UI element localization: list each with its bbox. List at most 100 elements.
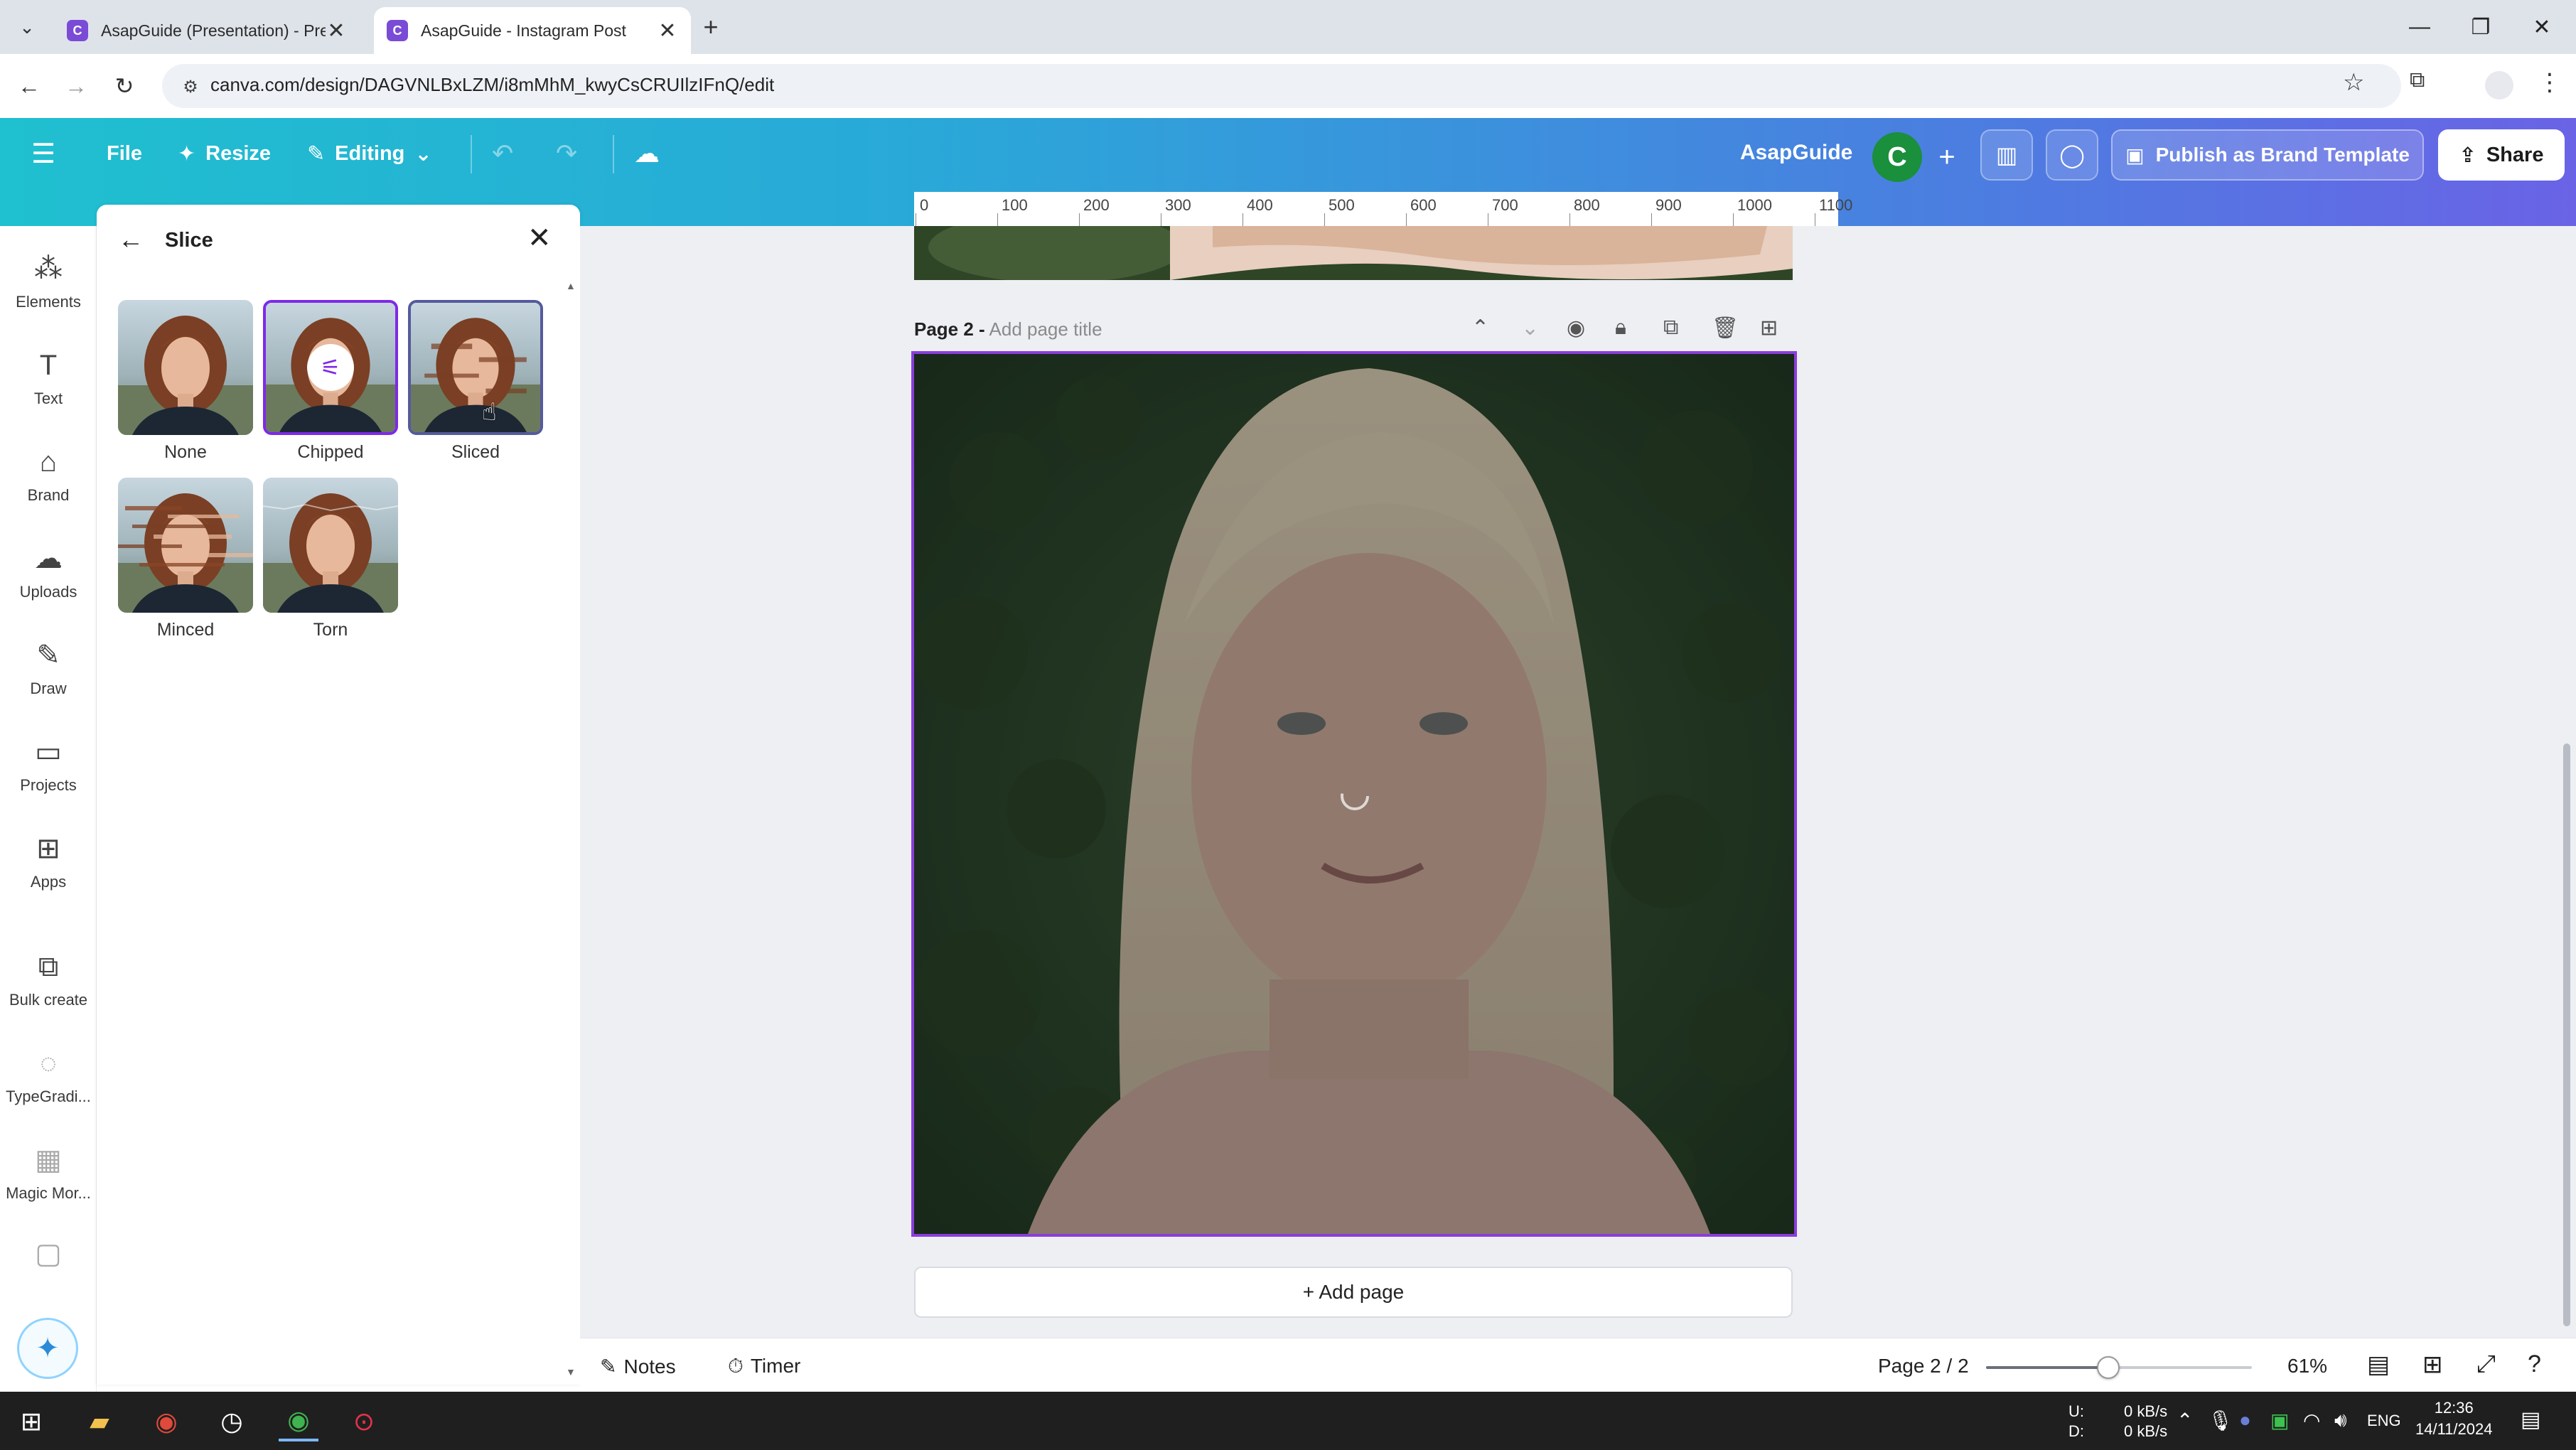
rail-item-draw[interactable]: ✎ Draw xyxy=(0,637,97,698)
browser-menu-icon[interactable]: ⋮ xyxy=(2538,68,2562,97)
panel-scroll-up-icon[interactable]: ▲ xyxy=(566,280,576,291)
undo-icon[interactable]: ↶ xyxy=(492,134,513,173)
canvas-vertical-scrollbar[interactable] xyxy=(2563,743,2570,1326)
share-button[interactable]: ⇪ Share xyxy=(2438,129,2565,181)
tab-title: AsapGuide - Instagram Post xyxy=(421,21,626,40)
volume-icon[interactable]: 🔊︎ xyxy=(2334,1409,2347,1432)
rail-label: Elements xyxy=(16,293,81,311)
system-clock[interactable]: 12:36 14/11/2024 xyxy=(2415,1397,2492,1440)
tab-close-icon[interactable]: ✕ xyxy=(326,18,347,43)
cloud-save-icon[interactable]: ☁ xyxy=(634,134,660,173)
file-explorer-icon[interactable]: ▰ xyxy=(80,1402,119,1441)
rail-item-brand[interactable]: ⌂ Brand xyxy=(0,444,97,505)
window-close-icon[interactable]: ✕ xyxy=(2521,10,2563,44)
slice-option-minced[interactable] xyxy=(118,478,253,613)
lock-icon[interactable]: 🔒︎ xyxy=(1615,316,1626,340)
rail-item-magic-morph[interactable]: ▦ Magic Mor... xyxy=(0,1142,97,1203)
duplicate-page-icon[interactable]: ⧉ xyxy=(1663,316,1678,340)
back-arrow-icon[interactable]: ← xyxy=(11,68,47,104)
site-info-icon[interactable]: ⚙ xyxy=(175,71,206,102)
chrome-active-icon[interactable]: ◉ xyxy=(279,1402,318,1441)
rail-item-text[interactable]: T Text xyxy=(0,347,97,408)
page-1-preview[interactable] xyxy=(914,226,1793,280)
slice-option-chipped[interactable]: ⚟ xyxy=(263,300,398,435)
slice-option-none[interactable] xyxy=(118,300,253,435)
thumbnail-view-icon[interactable]: ⊞ xyxy=(2422,1350,2443,1379)
tab-close-icon[interactable]: ✕ xyxy=(657,18,678,43)
profile-avatar[interactable] xyxy=(2485,71,2513,100)
zoom-slider-handle[interactable] xyxy=(2097,1356,2120,1379)
fullscreen-icon[interactable]: ⤢ xyxy=(2476,1350,2496,1378)
hide-page-eye-icon[interactable]: ◉ xyxy=(1567,316,1585,340)
ruler-tick-label: 400 xyxy=(1247,196,1273,214)
page-label: Page 2 - xyxy=(914,318,985,340)
clock-date: 14/11/2024 xyxy=(2415,1420,2493,1438)
grid-view-icon[interactable]: ▤ xyxy=(2367,1350,2390,1379)
wifi-icon[interactable]: ◠ xyxy=(2303,1409,2320,1432)
close-icon[interactable]: ✕ xyxy=(527,222,552,254)
notifications-icon[interactable]: ▤ xyxy=(2521,1407,2540,1432)
delete-page-trash-icon[interactable]: 🗑︎ xyxy=(1712,316,1739,340)
rail-item-bulk-create[interactable]: ⧉ Bulk create xyxy=(0,948,97,1009)
invite-plus-button[interactable]: + xyxy=(1928,138,1966,176)
forward-arrow-icon[interactable]: → xyxy=(58,68,94,104)
resize-button[interactable]: ✦ Resize xyxy=(178,134,271,173)
bookmark-star-icon[interactable]: ☆ xyxy=(2343,68,2364,97)
move-page-down-icon[interactable]: ⌄ xyxy=(1521,316,1539,340)
magic-morph-app-icon: ▦ xyxy=(35,1144,62,1176)
publish-brand-template-button[interactable]: ▣ Publish as Brand Template xyxy=(2111,129,2424,181)
rail-item-typegradient[interactable]: ◌ TypeGradi... xyxy=(0,1045,97,1106)
back-arrow-icon[interactable]: ← xyxy=(118,225,144,254)
rail-label: TypeGradi... xyxy=(6,1088,91,1105)
window-restore-icon[interactable]: ❐ xyxy=(2459,10,2502,44)
rail-item-projects[interactable]: ▭ Projects xyxy=(0,734,97,795)
notes-button[interactable]: ✎ Notes xyxy=(600,1355,676,1378)
timer-button[interactable]: ⏱︎ Timer xyxy=(728,1355,800,1378)
add-page-button[interactable]: + Add page xyxy=(914,1267,1793,1318)
windows-start-icon[interactable]: ⊞ xyxy=(11,1402,51,1441)
help-icon[interactable]: ? xyxy=(2528,1350,2541,1378)
page-title-input[interactable]: Add page title xyxy=(989,318,1102,340)
page-2-canvas[interactable] xyxy=(911,351,1797,1237)
slice-option-torn[interactable] xyxy=(263,478,398,613)
recorder-icon[interactable]: ⊙ xyxy=(344,1402,384,1441)
add-page-icon[interactable]: ⊞ xyxy=(1760,316,1778,340)
move-page-up-icon[interactable]: ⌃ xyxy=(1471,316,1489,340)
file-menu-button[interactable]: File xyxy=(107,134,142,173)
mouse-pointer-icon: ☝ xyxy=(482,399,497,426)
elements-icon: ⁂ xyxy=(34,253,63,284)
rail-item-app-f[interactable]: ▢ xyxy=(0,1235,97,1272)
tray-security-icon[interactable]: ▣ xyxy=(2270,1409,2289,1432)
zoom-percentage[interactable]: 61% xyxy=(2287,1355,2327,1378)
extensions-icon[interactable]: ⧉ xyxy=(2410,68,2425,92)
rail-item-apps[interactable]: ⊞ Apps xyxy=(0,830,97,891)
rail-item-uploads[interactable]: ☁ Uploads xyxy=(0,540,97,601)
panel-scroll-down-icon[interactable]: ▼ xyxy=(566,1366,576,1378)
new-tab-button[interactable]: + xyxy=(695,12,726,41)
window-minimize-icon[interactable]: — xyxy=(2398,10,2441,44)
insights-chart-icon[interactable]: ▥ xyxy=(1980,129,2033,181)
team-name[interactable]: AsapGuide xyxy=(1740,141,1852,165)
reload-icon[interactable]: ↻ xyxy=(107,68,142,104)
clock-app-icon[interactable]: ◷ xyxy=(212,1402,252,1441)
page-counter[interactable]: Page 2 / 2 xyxy=(1878,1355,1969,1378)
browser-tab-presentation[interactable]: C AsapGuide (Presentation) - Pre ✕ xyxy=(54,7,360,54)
browser-tab-instagram-post[interactable]: C AsapGuide - Instagram Post ✕ xyxy=(374,7,691,54)
tray-app-icon[interactable]: ● xyxy=(2239,1409,2251,1432)
editing-mode-button[interactable]: ✎ Editing ⌄ xyxy=(307,134,432,173)
user-avatar[interactable]: C xyxy=(1872,132,1922,182)
magic-assistant-sparkle-icon[interactable]: ✦ xyxy=(17,1318,78,1379)
hamburger-menu-icon[interactable]: ☰ xyxy=(31,134,55,173)
url-text[interactable]: canva.com/design/DAGVNLBxLZM/i8mMhM_kwyC… xyxy=(210,74,774,96)
ruler-tick-mark xyxy=(1079,213,1080,226)
microphone-icon[interactable]: 🎙︎ xyxy=(2208,1409,2233,1432)
tray-chevron-up-icon[interactable]: ⌃ xyxy=(2177,1409,2193,1432)
adjust-sliders-icon[interactable]: ⚟ xyxy=(307,344,354,391)
language-indicator[interactable]: ENG xyxy=(2367,1412,2401,1430)
comment-icon[interactable]: ◯ xyxy=(2046,129,2098,181)
slice-option-sliced[interactable] xyxy=(408,300,543,435)
tab-list-chevron-icon[interactable]: ⌄ xyxy=(11,13,43,41)
chrome-icon[interactable]: ◉ xyxy=(146,1402,186,1441)
redo-icon[interactable]: ↷ xyxy=(556,134,577,173)
rail-item-elements[interactable]: ⁂ Elements xyxy=(0,250,97,311)
